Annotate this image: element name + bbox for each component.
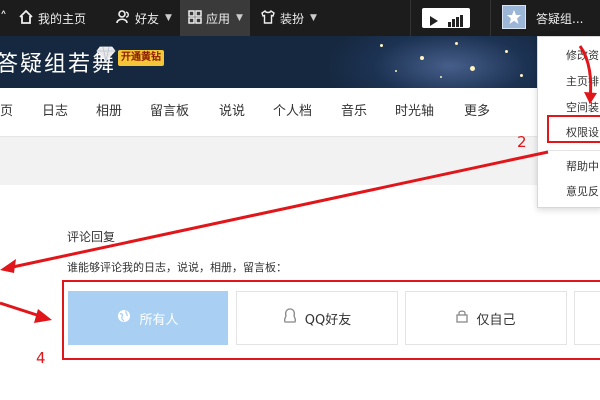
annotation-step-2: 2 xyxy=(517,133,527,151)
arrowhead xyxy=(584,92,597,104)
arrowhead xyxy=(0,259,16,273)
arrowhead xyxy=(34,309,52,323)
annotation-arrow xyxy=(578,45,593,99)
annotation-arrow xyxy=(0,301,41,318)
annotation-arrow xyxy=(7,150,549,270)
annotation-step-4: 4 xyxy=(36,349,46,367)
annotation-arrows xyxy=(0,45,597,323)
